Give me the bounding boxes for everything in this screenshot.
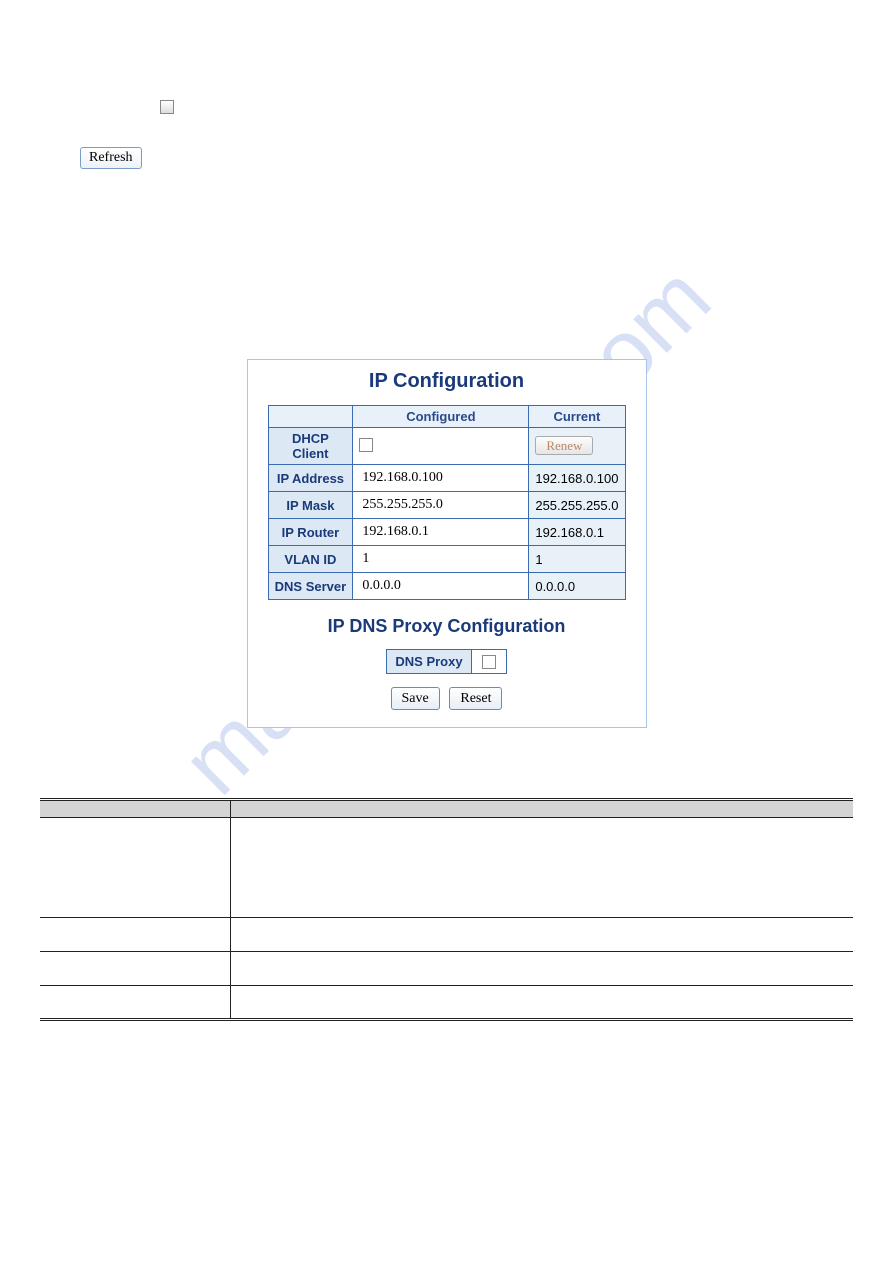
refresh-button[interactable]: Refresh [80,147,142,169]
current-ip-router: 192.168.0.1 [529,519,625,546]
dns-proxy-row: DNS Proxy [268,649,626,674]
label-ip-mask: IP Mask [268,492,353,519]
desc-header-left [40,800,230,818]
cell-dhcp-current: Renew [529,428,625,465]
label-ip-router: IP Router [268,519,353,546]
row-dhcp-client: DHCP Client Renew [268,428,625,465]
header-configured: Configured [353,406,529,428]
reset-button[interactable]: Reset [449,687,502,710]
label-dhcp-client: DHCP Client [268,428,353,465]
desc-cell-2-left [40,918,230,952]
row-vlan-id: VLAN ID 1 [268,546,625,573]
input-ip-router[interactable] [359,522,522,542]
input-dns-server[interactable] [359,576,522,596]
description-table [40,798,853,1021]
desc-header-right [230,800,853,818]
top-area: Refresh [80,100,853,169]
save-button[interactable]: Save [391,687,440,710]
desc-cell-3-right [230,952,853,986]
button-row: Save Reset [268,690,626,707]
input-ip-address[interactable] [359,468,522,488]
desc-cell-3-left [40,952,230,986]
label-vlan-id: VLAN ID [268,546,353,573]
desc-cell-4-left [40,986,230,1020]
header-blank [268,406,353,428]
renew-button[interactable]: Renew [535,436,593,455]
ip-configuration-panel: IP Configuration Configured Current DHCP… [247,359,647,728]
desc-row-3 [40,952,853,986]
header-current: Current [529,406,625,428]
desc-row-1 [40,818,853,918]
current-ip-mask: 255.255.255.0 [529,492,625,519]
desc-cell-1-left [40,818,230,918]
row-ip-mask: IP Mask 255.255.255.0 [268,492,625,519]
desc-row-2 [40,918,853,952]
label-dns-server: DNS Server [268,573,353,600]
desc-cell-1-right [230,818,853,918]
dns-proxy-label: DNS Proxy [386,649,471,674]
dhcp-client-checkbox[interactable] [359,438,373,452]
dns-proxy-checkbox[interactable] [482,655,496,669]
desc-cell-4-right [230,986,853,1020]
desc-row-4 [40,986,853,1020]
input-ip-mask[interactable] [359,495,522,515]
auto-refresh-checkbox[interactable] [160,100,174,114]
dns-proxy-title: IP DNS Proxy Configuration [268,616,626,637]
dns-proxy-box [472,649,507,674]
input-vlan-id[interactable] [359,549,522,569]
desc-cell-2-right [230,918,853,952]
current-dns-server: 0.0.0.0 [529,573,625,600]
row-ip-router: IP Router 192.168.0.1 [268,519,625,546]
current-vlan-id: 1 [529,546,625,573]
row-dns-server: DNS Server 0.0.0.0 [268,573,625,600]
row-ip-address: IP Address 192.168.0.100 [268,465,625,492]
panel-title: IP Configuration [268,370,626,393]
current-ip-address: 192.168.0.100 [529,465,625,492]
label-ip-address: IP Address [268,465,353,492]
cell-dhcp-configured [353,428,529,465]
ip-config-table: Configured Current DHCP Client Renew IP … [268,405,626,600]
